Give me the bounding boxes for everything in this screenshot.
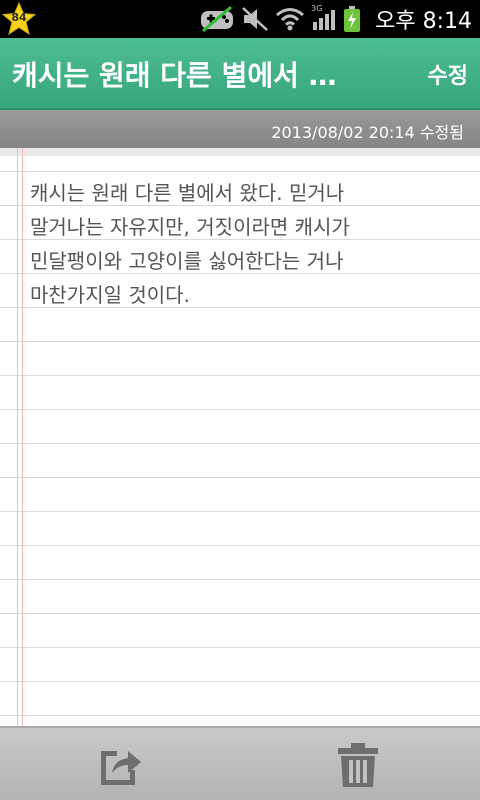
bottom-toolbar — [0, 726, 480, 800]
gamepad-icon — [201, 5, 234, 33]
trash-icon — [338, 743, 378, 787]
note-title: 캐시는 원래 다른 별에서 … — [12, 59, 337, 92]
network-type-label: 3G — [311, 4, 323, 13]
margin-line-left — [17, 148, 18, 726]
clock: 오후 8:14 — [375, 9, 472, 34]
notification-count: 84 — [11, 11, 27, 24]
paper-top-strip — [0, 148, 480, 156]
note-body-text: 캐시는 원래 다른 별에서 왔다. 믿거나 말거나는 자유지만, 거짓이라면 캐… — [30, 181, 350, 307]
modified-timestamp: 2013/08/02 20:14 수정됨 — [271, 123, 464, 142]
notification-star-badge[interactable]: 84 — [2, 2, 36, 36]
status-bar: 84 3G 오후 8:14 — [0, 0, 480, 38]
edit-button[interactable]: 수정 — [428, 58, 468, 90]
mute-icon — [242, 7, 268, 31]
share-button[interactable] — [90, 738, 150, 792]
battery-charging-icon — [344, 6, 361, 32]
note-paper[interactable]: 캐시는 원래 다른 별에서 왔다. 믿거나 말거나는 자유지만, 거짓이라면 캐… — [0, 148, 480, 726]
margin-line-right — [22, 148, 23, 726]
title-bar: 캐시는 원래 다른 별에서 … 수정 — [0, 38, 480, 110]
info-bar: 2013/08/02 20:14 수정됨 — [0, 110, 480, 148]
share-icon — [101, 751, 141, 785]
wifi-icon — [276, 8, 305, 31]
delete-button[interactable] — [328, 738, 388, 792]
